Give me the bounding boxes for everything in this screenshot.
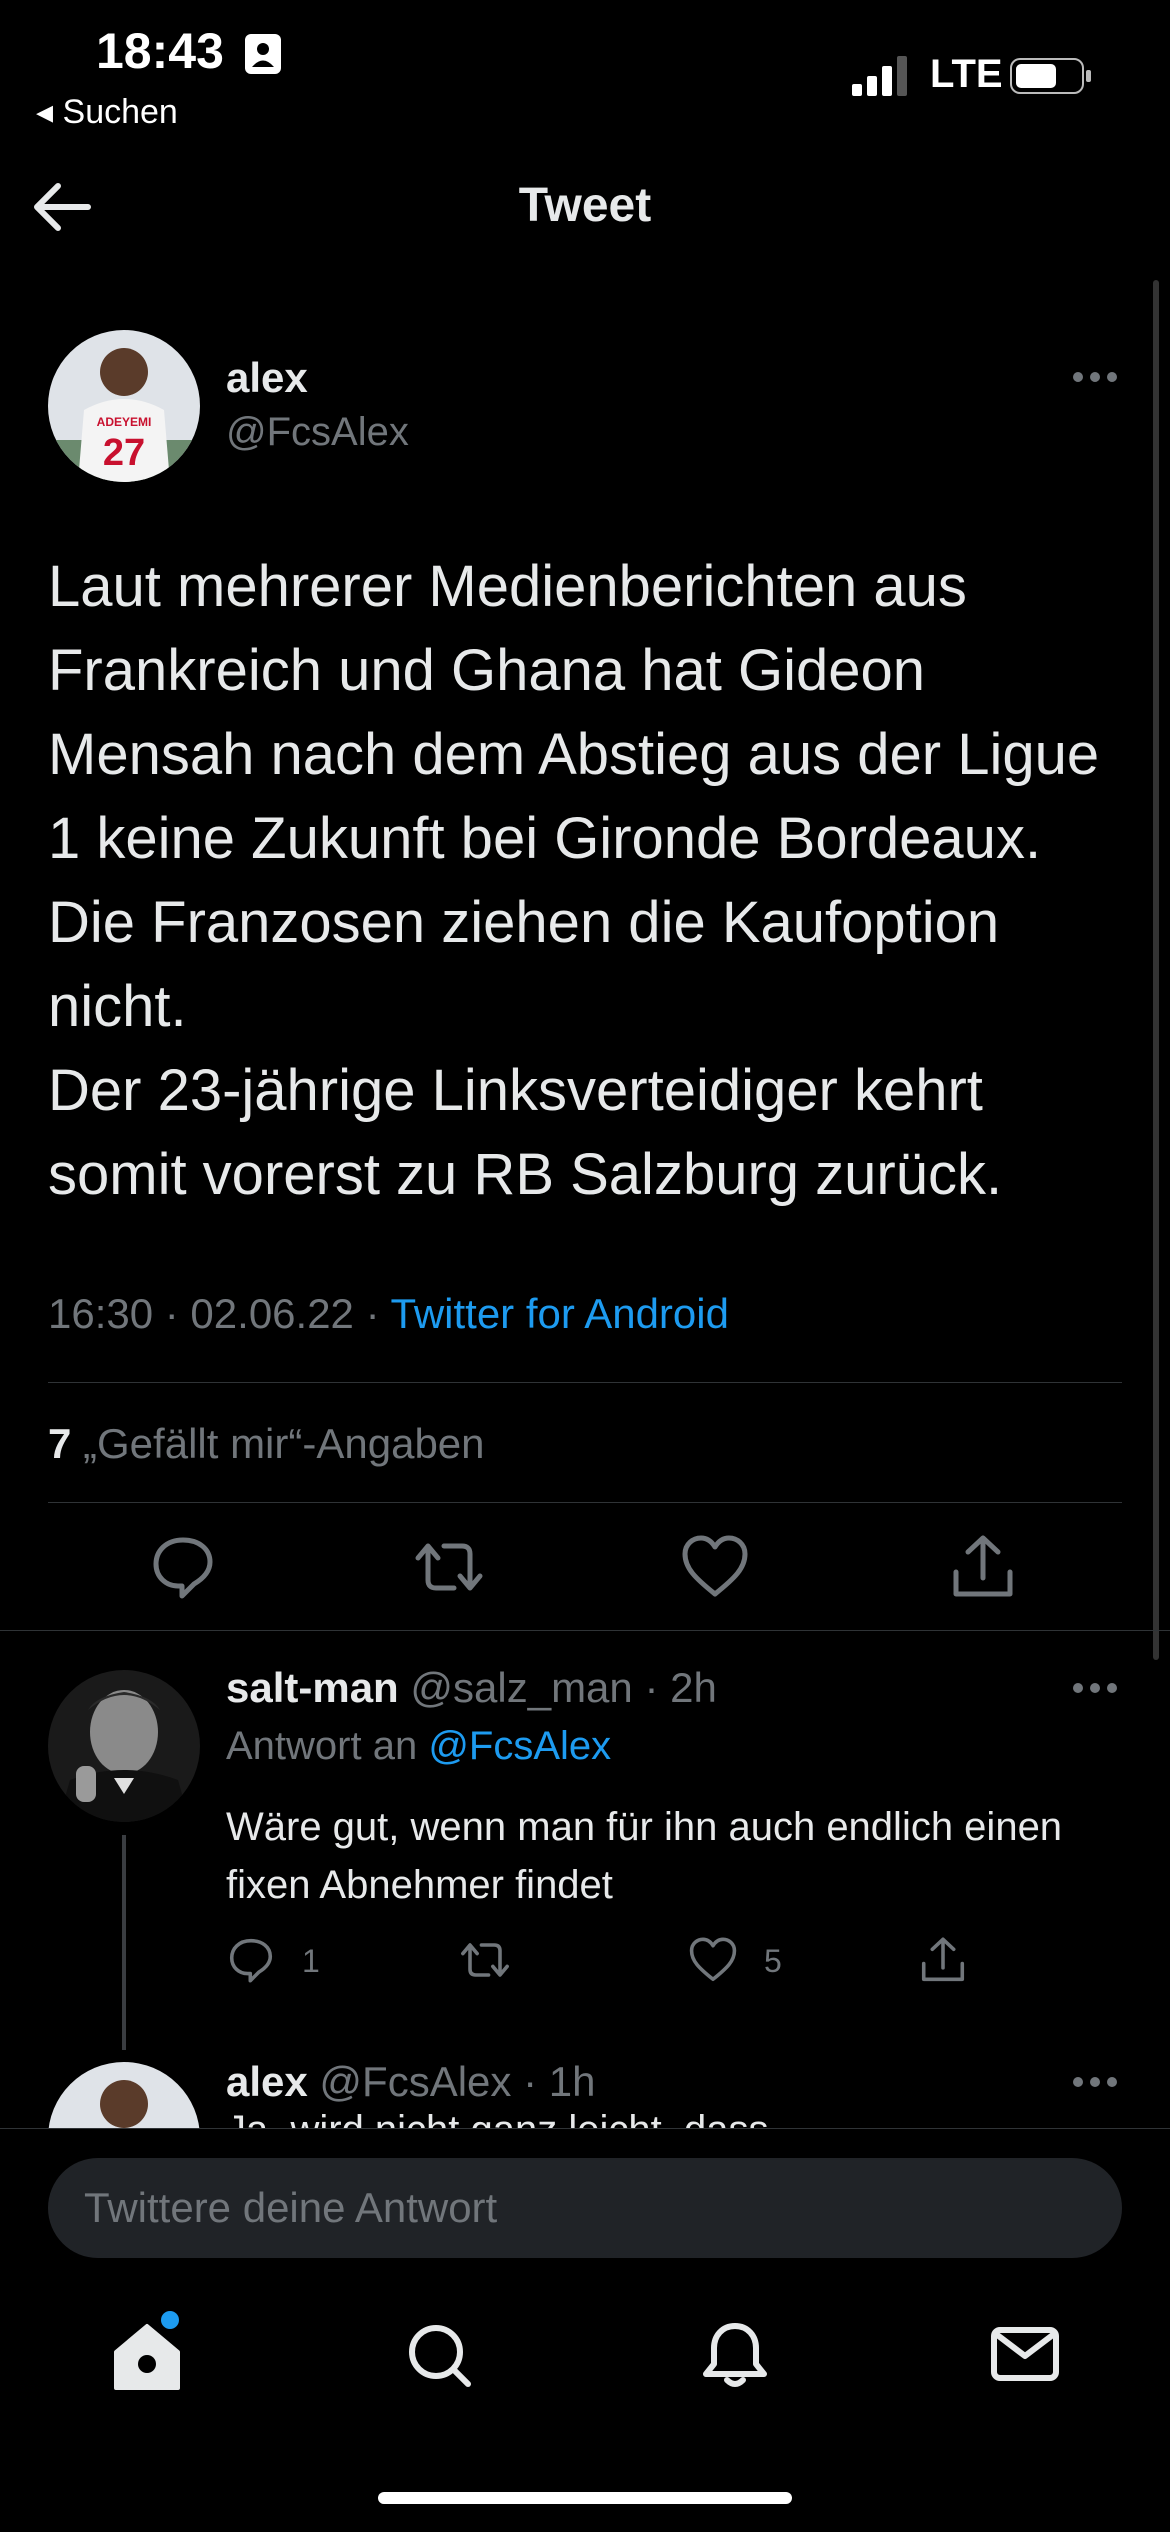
partial-reply-more-dots-icon[interactable]	[1070, 2072, 1120, 2092]
reply-to-prefix: Antwort an	[226, 1724, 429, 1768]
tweet-text: Laut mehrerer Medienberichten aus Frankr…	[48, 554, 1100, 1207]
partial-reply-author-name[interactable]: alex	[226, 2058, 308, 2105]
share-icon[interactable]	[948, 1532, 1018, 1602]
status-time: 18:43	[96, 23, 224, 79]
retweet-icon[interactable]	[414, 1532, 484, 1602]
thread-line	[122, 1835, 126, 2050]
author-avatar[interactable]: ADEYEMI 27	[48, 330, 200, 482]
partial-reply-header: alex @FcsAlex · 1h	[226, 2058, 595, 2106]
reply-like-heart-icon[interactable]	[688, 1935, 738, 1985]
divider	[0, 2128, 1170, 2129]
reply-author-handle[interactable]: @salz_man	[410, 1664, 632, 1711]
more-dots-icon[interactable]	[1070, 367, 1120, 387]
svg-text:27: 27	[103, 432, 145, 474]
tweet-source-link[interactable]: Twitter for Android	[390, 1290, 728, 1337]
reply-reply-count: 1	[302, 1943, 320, 1979]
author-handle[interactable]: @FcsAlex	[226, 410, 409, 455]
divider	[48, 1502, 1122, 1503]
contact-card-icon	[245, 34, 281, 74]
partial-reply-time: · 1h	[523, 2058, 596, 2105]
reply-author-avatar[interactable]	[48, 1670, 200, 1822]
likes-summary[interactable]: 7 „Gefällt mir“-Angaben	[48, 1420, 485, 1468]
author-name[interactable]: alex	[226, 354, 308, 402]
reply-compose-input[interactable]	[48, 2158, 1122, 2258]
reply-author-name[interactable]: salt-man	[226, 1664, 399, 1711]
messages-mail-icon[interactable]	[980, 2308, 1070, 2398]
home-indicator[interactable]	[378, 2492, 792, 2504]
divider	[0, 1630, 1170, 1631]
signal-strength-icon	[852, 56, 907, 96]
page-title: Tweet	[518, 179, 652, 232]
reply-header: salt-man @salz_man · 2h	[226, 1664, 717, 1712]
reply-share-icon[interactable]	[918, 1935, 968, 1985]
reply-reply-icon[interactable]	[226, 1935, 276, 1985]
reply-to-handle-link[interactable]: @FcsAlex	[428, 1724, 611, 1768]
reply-icon[interactable]	[148, 1532, 218, 1602]
partial-reply-author-handle[interactable]: @FcsAlex	[319, 2058, 511, 2105]
like-label: „Gefällt mir“-Angaben	[83, 1420, 485, 1467]
reply-time: · 2h	[644, 1664, 717, 1711]
reply-retweet-icon[interactable]	[458, 1935, 512, 1985]
battery-icon	[1010, 58, 1091, 94]
home-icon[interactable]	[102, 2308, 192, 2398]
reply-to-line: Antwort an @FcsAlex	[226, 1724, 611, 1769]
tweet-timestamp: 16:30 · 02.06.22 ·	[48, 1290, 391, 1337]
back-to-app-link[interactable]: ◂ Suchen	[36, 92, 178, 132]
network-type: LTE	[930, 52, 1003, 96]
svg-text:ADEYEMI: ADEYEMI	[97, 415, 152, 429]
tweet-meta: 16:30 · 02.06.22 · Twitter for Android	[48, 1290, 729, 1338]
search-icon[interactable]	[396, 2308, 486, 2398]
reply-text: Wäre gut, wenn man für ihn auch endlich …	[226, 1805, 1063, 1907]
scrollbar[interactable]	[1153, 280, 1159, 1660]
reply-like-count: 5	[764, 1943, 782, 1979]
divider	[48, 1382, 1122, 1383]
like-heart-icon[interactable]	[680, 1532, 750, 1602]
notifications-bell-icon[interactable]	[690, 2308, 780, 2398]
like-count: 7	[48, 1420, 72, 1467]
reply-more-dots-icon[interactable]	[1070, 1678, 1120, 1698]
